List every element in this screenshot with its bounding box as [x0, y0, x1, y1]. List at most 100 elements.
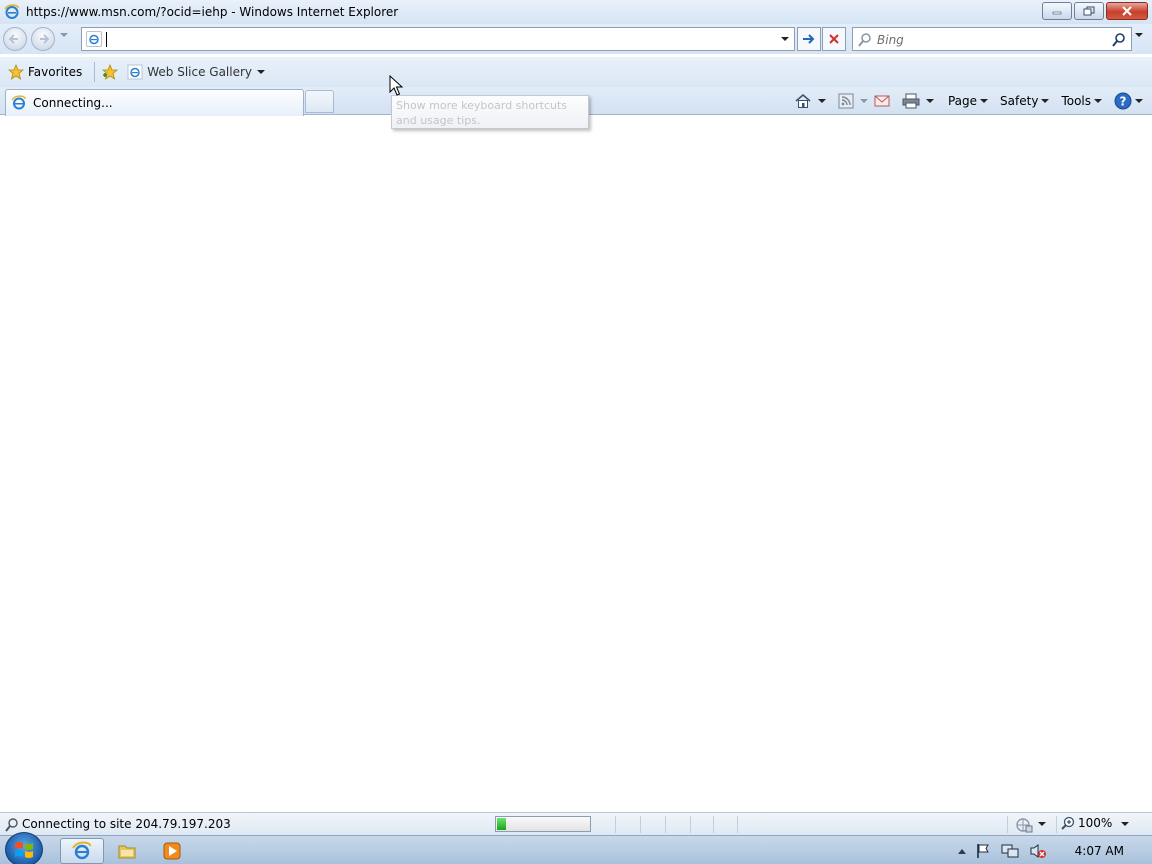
- zoom-icon: [1061, 816, 1075, 830]
- internet-explorer-icon: [72, 841, 91, 860]
- feeds-dropdown[interactable]: [857, 90, 871, 112]
- network-icon[interactable]: [1001, 843, 1019, 859]
- separator: [1007, 816, 1008, 833]
- address-input[interactable]: [106, 30, 766, 48]
- mail-icon: [874, 95, 890, 107]
- taskbar: 4:07 AM: [0, 832, 1152, 864]
- action-center-flag-icon[interactable]: [975, 843, 991, 859]
- tooltip-text: Show more keyboard shortcuts and usage t…: [396, 99, 568, 127]
- close-button[interactable]: [1106, 2, 1148, 20]
- add-to-favorites-bar-button[interactable]: [101, 64, 119, 80]
- clock[interactable]: 4:07 AM: [1075, 844, 1124, 858]
- chevron-down-icon: [781, 37, 789, 41]
- chevron-up-icon: [957, 848, 966, 854]
- command-bar: Page Safety Tools ?: [791, 90, 1146, 112]
- loading-progress-bar: [495, 816, 591, 832]
- page-content[interactable]: [0, 116, 1152, 812]
- progress-fill: [497, 818, 506, 830]
- zoom-button[interactable]: 100%: [1061, 816, 1112, 830]
- status-bar: Connecting to site 204.79.197.203 100%: [0, 812, 1152, 835]
- search-box[interactable]: [852, 27, 1132, 51]
- separator: [737, 816, 738, 833]
- restore-icon: [1083, 6, 1095, 16]
- restore-button[interactable]: [1074, 2, 1104, 20]
- taskbar-windows-explorer[interactable]: [105, 838, 149, 864]
- feeds-button[interactable]: [835, 90, 857, 112]
- safety-menu[interactable]: Safety: [997, 90, 1052, 112]
- zoom-dropdown[interactable]: [1121, 822, 1129, 826]
- stop-x-icon: [829, 34, 839, 44]
- chevron-down-icon: [1121, 822, 1129, 826]
- chevron-down-icon: [859, 99, 868, 103]
- tab-label: Connecting...: [33, 96, 113, 110]
- volume-muted-icon[interactable]: [1029, 843, 1047, 859]
- rss-feed-icon: [838, 93, 854, 109]
- home-button[interactable]: [791, 90, 815, 112]
- web-slice-gallery-link[interactable]: Web Slice Gallery: [123, 60, 269, 84]
- stop-button[interactable]: [822, 27, 846, 51]
- tools-menu[interactable]: Tools: [1058, 90, 1105, 112]
- forward-arrow-icon: [40, 34, 50, 44]
- address-dropdown[interactable]: [778, 31, 792, 47]
- windows-explorer-icon: [118, 845, 136, 859]
- print-button[interactable]: [899, 90, 923, 112]
- star-icon: [8, 64, 24, 80]
- print-dropdown[interactable]: [923, 90, 937, 112]
- chevron-down-icon: [257, 70, 266, 74]
- start-button[interactable]: [5, 832, 43, 864]
- ie-page-icon: [127, 64, 143, 80]
- mouse-cursor-icon: [389, 75, 403, 96]
- favorites-label: Favorites: [28, 65, 83, 79]
- chevron-down-icon: [1135, 99, 1143, 103]
- forward-button[interactable]: [31, 27, 55, 51]
- taskbar-internet-explorer[interactable]: [60, 838, 104, 864]
- home-dropdown[interactable]: [815, 90, 829, 112]
- chevron-down-icon: [925, 99, 934, 103]
- minimize-icon: [1052, 11, 1062, 15]
- taskbar-media-player[interactable]: [150, 838, 194, 864]
- svg-text:?: ?: [1120, 95, 1127, 109]
- back-button[interactable]: [3, 27, 27, 51]
- safety-menu-label: Safety: [1000, 94, 1039, 108]
- go-button[interactable]: [797, 27, 821, 51]
- page-menu[interactable]: Page: [945, 90, 991, 112]
- chevron-down-icon: [60, 33, 68, 37]
- text-caret: [106, 32, 107, 47]
- window-title: https://www.msn.com/?ocid=iehp - Windows…: [26, 5, 399, 19]
- search-input[interactable]: [877, 31, 1097, 48]
- separator: [615, 816, 616, 833]
- show-hidden-icons-button[interactable]: [957, 844, 967, 858]
- search-go-icon[interactable]: [1111, 32, 1127, 48]
- system-tray: 4:07 AM: [957, 836, 1152, 864]
- minimize-button[interactable]: [1042, 2, 1072, 20]
- recent-pages-dropdown[interactable]: [60, 33, 68, 37]
- separator: [1056, 816, 1057, 833]
- help-menu[interactable]: ?: [1111, 90, 1146, 112]
- media-player-icon: [163, 842, 181, 860]
- security-zone-dropdown[interactable]: [1038, 822, 1046, 826]
- new-tab-button[interactable]: [305, 90, 334, 113]
- separator: [713, 816, 714, 833]
- separator: [640, 816, 641, 833]
- web-slice-gallery-label: Web Slice Gallery: [147, 65, 253, 79]
- favorites-bar: Favorites Web Slice Gallery: [0, 57, 1152, 87]
- tab-active[interactable]: Connecting...: [5, 89, 304, 116]
- search-options-dropdown[interactable]: [1135, 33, 1143, 37]
- chevron-down-icon: [817, 99, 826, 103]
- page-icon: [86, 31, 102, 47]
- status-text: Connecting to site 204.79.197.203: [22, 817, 231, 831]
- close-icon: [1122, 6, 1132, 16]
- page-menu-label: Page: [947, 94, 978, 108]
- tooltip: Show more keyboard shortcuts and usage t…: [391, 95, 589, 129]
- separator: [94, 62, 96, 82]
- security-zone-icon[interactable]: [1015, 817, 1033, 833]
- read-mail-button[interactable]: [871, 90, 893, 112]
- back-arrow-icon: [8, 34, 18, 44]
- address-bar[interactable]: [81, 27, 795, 51]
- chevron-down-icon: [1094, 99, 1102, 103]
- favorites-button[interactable]: Favorites: [4, 60, 86, 84]
- separator: [690, 816, 691, 833]
- go-arrow-icon: [803, 34, 815, 44]
- search-icon: [5, 818, 18, 832]
- chevron-down-icon: [1041, 99, 1050, 103]
